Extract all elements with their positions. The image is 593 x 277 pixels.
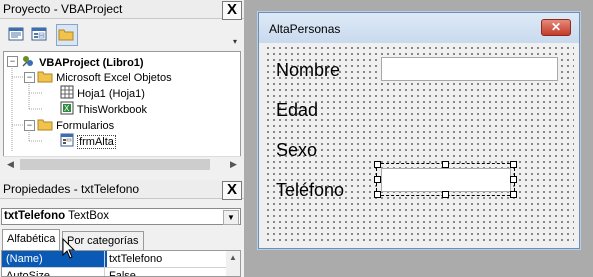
resize-handle[interactable] — [374, 176, 381, 183]
project-explorer-titlebar: Proyecto - VBAProject X — [0, 0, 244, 20]
userform-titlebar: AltaPersonas ✕ — [259, 13, 579, 43]
property-row[interactable]: (Name) txtTelefono — [2, 251, 238, 268]
resize-handle[interactable] — [510, 191, 517, 198]
property-name: AutoSize — [6, 270, 51, 277]
scroll-up-icon[interactable]: ▲ — [226, 251, 240, 265]
object-selector-dropdown[interactable]: txtTelefono TextBox ▼ — [1, 208, 241, 225]
tree-horizontal-scrollbar[interactable]: ◀ ▶ — [3, 156, 241, 171]
resize-handle[interactable] — [510, 176, 517, 183]
resize-handle[interactable] — [442, 161, 449, 168]
scroll-thumb[interactable] — [20, 159, 210, 170]
project-tree: − VBAProject (Libro1) − Microsoft Excel … — [3, 51, 241, 171]
properties-titlebar: Propiedades - txtTelefono X — [0, 180, 244, 200]
tree-node-frmalta[interactable]: frmAlta — [60, 133, 116, 149]
view-object-button[interactable] — [29, 24, 49, 44]
resize-handle[interactable] — [442, 191, 449, 198]
userform-canvas[interactable]: Nombre Edad Sexo Teléfono — [264, 44, 574, 244]
tree-node-label: Microsoft Excel Objetos — [56, 72, 172, 84]
scroll-left-icon[interactable]: ◀ — [3, 157, 18, 172]
userform-window[interactable]: AltaPersonas ✕ Nombre Edad Sexo Teléfono — [258, 12, 580, 249]
view-code-button[interactable] — [6, 24, 26, 44]
textbox-nombre[interactable] — [381, 57, 558, 81]
properties-vertical-scrollbar[interactable]: ▲ — [226, 251, 240, 276]
textbox-telefono[interactable] — [381, 168, 511, 192]
resize-handle[interactable] — [374, 161, 381, 168]
label-nombre[interactable]: Nombre — [276, 60, 340, 81]
property-value[interactable]: False — [104, 268, 233, 276]
toolbar-overflow-icon[interactable]: ▾ — [233, 38, 241, 48]
label-sexo[interactable]: Sexo — [276, 140, 317, 161]
toggle-folders-button[interactable] — [56, 24, 78, 46]
tree-node-label: Formularios — [56, 120, 115, 132]
project-explorer-close-button[interactable]: X — [222, 1, 242, 20]
view-object-icon — [31, 27, 47, 41]
object-selector-value: txtTelefono TextBox — [4, 210, 110, 222]
property-name: (Name) — [2, 251, 107, 267]
folder-icon — [58, 29, 74, 41]
tab-alfabetica[interactable]: Alfabética — [2, 229, 61, 251]
left-pane: Proyecto - VBAProject X ▾ − VBAProject (… — [0, 0, 244, 277]
property-value[interactable]: txtTelefono — [104, 251, 233, 267]
tree-node-thisworkbook[interactable]: X ThisWorkbook — [60, 101, 147, 117]
project-explorer-toolbar: ▾ — [0, 20, 244, 49]
resize-handle[interactable] — [510, 161, 517, 168]
tree-connector-lines — [11, 66, 42, 152]
property-row[interactable]: AutoSize False — [2, 268, 238, 277]
tree-node-label: frmAlta — [77, 135, 116, 149]
properties-close-button[interactable]: X — [222, 181, 242, 200]
tree-node-hoja1[interactable]: Hoja1 (Hoja1) — [60, 85, 145, 101]
properties-title: Propiedades - txtTelefono — [3, 182, 140, 196]
chevron-down-icon[interactable]: ▼ — [223, 210, 239, 225]
label-edad[interactable]: Edad — [276, 100, 318, 121]
userform-title: AltaPersonas — [269, 22, 341, 36]
label-telefono[interactable]: Teléfono — [276, 180, 344, 201]
tree-node-label: ThisWorkbook — [76, 104, 147, 116]
view-code-icon — [8, 27, 24, 41]
svg-text:X: X — [64, 104, 70, 113]
mouse-pointer-icon — [62, 238, 76, 259]
userform-close-button[interactable]: ✕ — [541, 19, 571, 36]
properties-grid: (Name) txtTelefono AutoSize False ▲ — [1, 250, 241, 277]
tree-node-label: Hoja1 (Hoja1) — [77, 88, 145, 100]
resize-handle[interactable] — [374, 191, 381, 198]
project-explorer-title: Proyecto - VBAProject — [3, 2, 123, 16]
scroll-right-icon[interactable]: ▶ — [226, 157, 241, 172]
